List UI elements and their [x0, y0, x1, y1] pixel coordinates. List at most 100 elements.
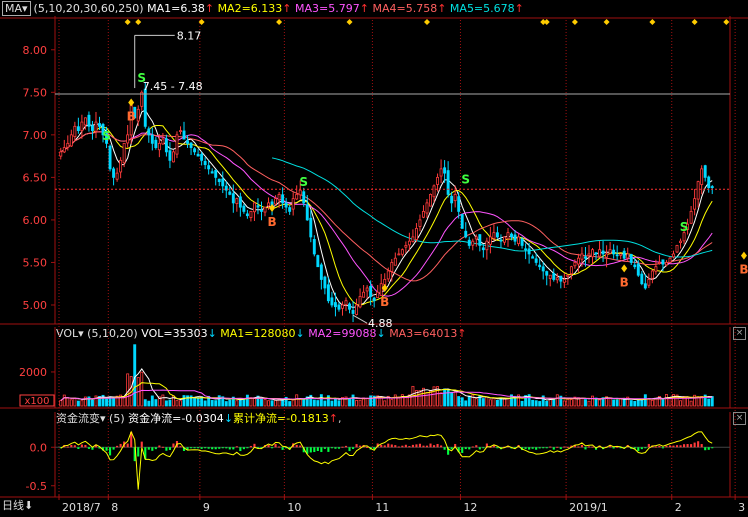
candle-body	[80, 121, 84, 131]
flow-bar	[348, 447, 351, 452]
volume-bar	[524, 395, 528, 407]
volume-bar	[573, 396, 577, 407]
price-annotations: 8.177.45 - 7.484.88BSSBSBSBSB	[55, 19, 748, 330]
volume-bars	[59, 344, 714, 407]
volume-bar	[707, 398, 711, 407]
flow-bar	[538, 447, 541, 449]
flow-bar	[109, 447, 112, 456]
flow-net-arrow-icon: ↓	[223, 412, 234, 425]
volume-bar	[622, 399, 626, 407]
volume-bar	[545, 400, 549, 407]
volume-bar	[404, 396, 408, 407]
flow-bar	[77, 447, 80, 449]
chart-canvas[interactable]: 8.00 7.50 7.00 6.50 6.00 5.50 5.00 2000 x100 0.0 -…	[0, 0, 748, 517]
flow-cum-value: 累计净流=-0.1813	[233, 412, 329, 425]
flow-bar	[373, 447, 376, 450]
volume-bar	[531, 399, 535, 407]
volume-bar	[260, 398, 263, 407]
candle-body	[657, 262, 661, 264]
flow-bar	[123, 441, 126, 448]
dropdown-arrow-icon: ▾	[22, 2, 28, 15]
flow-bar	[200, 447, 203, 449]
vol-indicator-selector[interactable]: VOL▾	[56, 327, 84, 340]
candle-body	[481, 247, 485, 251]
flow-bar	[281, 447, 284, 450]
volume-bar	[647, 398, 651, 407]
ma1-line	[60, 109, 713, 309]
flow-bar	[98, 447, 101, 449]
volume-bar	[245, 394, 249, 407]
candle-body	[584, 256, 587, 259]
sell-signal-label: S	[137, 71, 146, 85]
flow-bar	[679, 445, 682, 448]
candle-body	[136, 108, 140, 122]
volume-bar	[235, 400, 239, 407]
candle-body	[460, 214, 464, 229]
flow-bar	[274, 443, 277, 448]
volume-bar	[267, 400, 270, 407]
volume-bar	[474, 398, 478, 407]
flow-bar	[528, 447, 531, 450]
candle-body	[249, 211, 253, 218]
flow-bar	[654, 446, 657, 448]
flow-panel-close-icon[interactable]: ×	[733, 412, 746, 425]
volume-bar	[94, 395, 98, 407]
volume-bar	[231, 396, 235, 407]
candle-body	[143, 88, 147, 127]
period-selector[interactable]: 日线⬇	[2, 498, 33, 514]
volume-bar	[105, 398, 108, 407]
flow-bar	[584, 447, 587, 450]
candle-body	[404, 245, 408, 248]
volume-bar	[161, 394, 165, 407]
flow-bar	[704, 447, 707, 451]
flow-indicator-selector[interactable]: 资金流变▾	[56, 412, 106, 425]
volume-bar	[661, 399, 665, 407]
candle-body	[527, 248, 531, 255]
flow-bar	[415, 444, 418, 448]
flow-bar	[295, 444, 298, 448]
candle-body	[119, 159, 123, 173]
volume-bar	[59, 400, 63, 407]
candle-body	[168, 150, 172, 161]
volume-bar	[457, 396, 461, 407]
candle-body	[108, 145, 112, 170]
flow-bar	[263, 445, 267, 448]
volume-bar	[569, 399, 573, 407]
volume-panel-close-icon[interactable]: ×	[733, 327, 746, 340]
flow-bar	[492, 445, 495, 448]
candle-body	[411, 236, 415, 242]
volume-bar	[351, 394, 355, 407]
volume-bar	[443, 388, 447, 407]
flow-bar	[450, 447, 453, 450]
flow-bar	[249, 445, 252, 448]
candle-body	[665, 262, 668, 266]
ma-lines	[60, 109, 713, 309]
candle-body	[161, 138, 165, 145]
candle-body	[281, 194, 285, 204]
flow-bar	[299, 445, 302, 448]
volume-bar	[221, 396, 225, 407]
flow-bar	[144, 447, 147, 460]
candle-body	[175, 134, 179, 155]
volume-bar	[619, 398, 623, 407]
volume-bar	[615, 399, 619, 407]
candle-body	[319, 264, 323, 280]
volume-ma-line	[60, 382, 713, 401]
flow-bar	[436, 443, 439, 448]
volume-bar	[62, 394, 66, 407]
volume-bar	[284, 396, 288, 407]
flow-bar	[101, 447, 105, 451]
flow-bar	[559, 447, 562, 450]
volume-bar	[228, 399, 232, 407]
volume-bar	[129, 376, 133, 407]
volume-bar	[309, 394, 313, 407]
volume-bar	[298, 398, 302, 407]
ma-indicator-selector[interactable]: MA▾	[2, 1, 31, 16]
volume-bar	[594, 397, 598, 407]
candle-body	[231, 193, 235, 204]
flow-bar	[376, 443, 379, 448]
volume-ma-line	[60, 368, 713, 401]
flow-bar	[211, 447, 214, 450]
volume-bar	[693, 394, 697, 407]
volume-bar	[429, 390, 432, 407]
